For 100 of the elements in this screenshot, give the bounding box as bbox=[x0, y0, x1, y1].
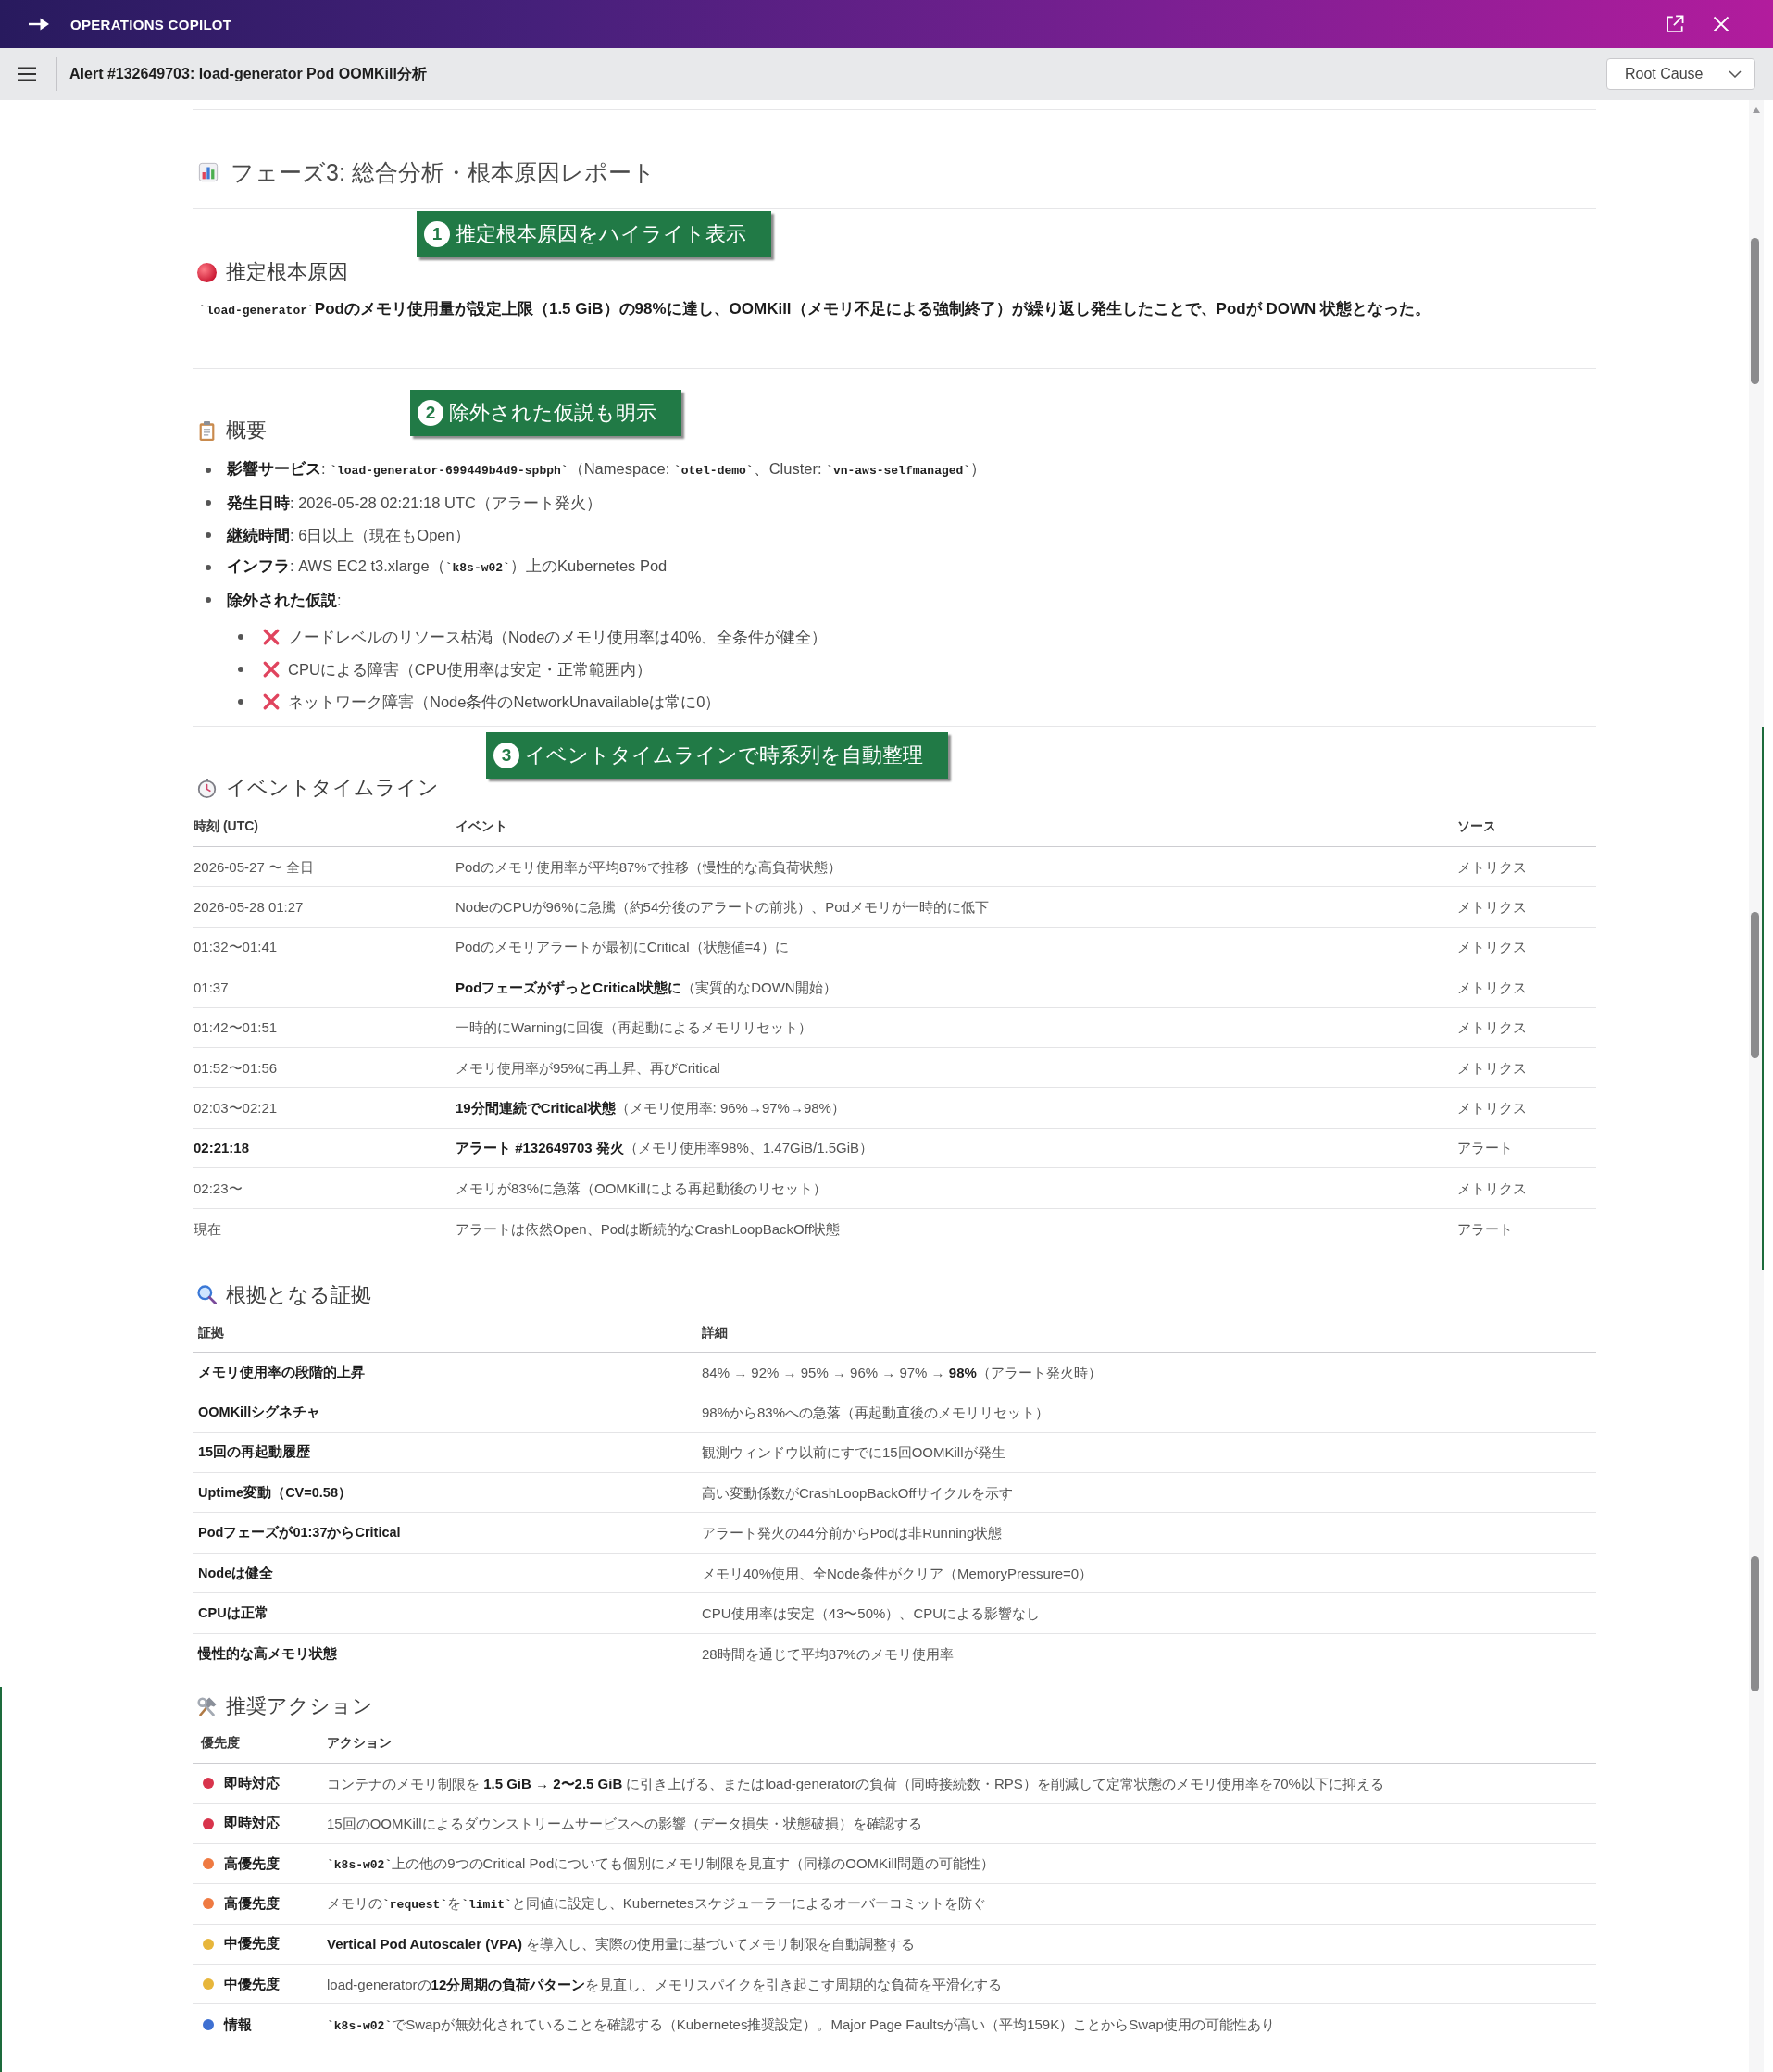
column-header: ソース bbox=[1456, 817, 1497, 835]
table-cell-text: アラート bbox=[1456, 1219, 1514, 1239]
report-title: フェーズ3: 総合分析・根本原因レポート bbox=[231, 158, 656, 187]
column-header: アクション bbox=[326, 1733, 393, 1752]
arrow-icon[interactable] bbox=[29, 18, 49, 31]
table-cell-text: メトリクス bbox=[1456, 1099, 1528, 1118]
column-header: イベント bbox=[455, 817, 508, 835]
table-cell-text: メモリが83%に急落（OOMKillによる再起動後のリセット） bbox=[455, 1179, 828, 1198]
priority-label: 中優先度 bbox=[224, 1975, 280, 1993]
priority-label: 中優先度 bbox=[224, 1935, 280, 1953]
table-cell-text: 高い変動係数がCrashLoopBackOffサイクルを示す bbox=[701, 1483, 1015, 1503]
table-cell-text: メトリクス bbox=[1456, 938, 1528, 957]
table-cell-text: 2026-05-27 〜 全日 bbox=[193, 857, 316, 877]
section-heading: 概要 bbox=[226, 418, 267, 443]
column-header: 詳細 bbox=[701, 1324, 729, 1342]
cross-icon bbox=[263, 660, 280, 678]
table-cell-text: Vertical Pod Autoscaler (VPA) を導入し、実際の使用量に基づいてメモリ制限を自動調整する bbox=[326, 1935, 917, 1954]
scrollbar-thumb[interactable] bbox=[1751, 912, 1759, 1058]
column-header: 時刻 (UTC) bbox=[193, 817, 259, 835]
app-title: OPERATIONS COPILOT bbox=[70, 16, 233, 32]
table-cell-text: メモリ使用率の段階的上昇 bbox=[197, 1363, 366, 1381]
table-cell-text: 01:42〜01:51 bbox=[193, 1018, 279, 1038]
table-cell-text: 98%から83%への急落（再起動直後のメモリリセット） bbox=[701, 1404, 1051, 1422]
bullet-icon bbox=[238, 633, 243, 640]
list-item-text: 発生日時: 2026-05-28 02:21:18 UTC（アラート発火） bbox=[227, 493, 602, 513]
close-icon[interactable] bbox=[1713, 16, 1729, 32]
view-dropdown[interactable]: Root Cause bbox=[1606, 58, 1755, 90]
alert-title: Alert #132649703: load-generator Pod OOMKill分析 bbox=[69, 64, 428, 83]
list-item-text: ノードレベルのリソース枯渇（Nodeのメモリ使用率は40%、全条件が健全） bbox=[288, 627, 828, 647]
scrollbar-thumb[interactable] bbox=[1751, 1556, 1759, 1691]
table-cell-text: メモリの`request`を`limit`と同値に設定し、Kubernetesスケジューラーによるオーバーコミットを防ぐ bbox=[326, 1893, 987, 1914]
table-cell-text: 02:21:18 bbox=[193, 1139, 251, 1158]
table-cell-text: メモリ使用率が95%に再上昇、再びCritical bbox=[455, 1058, 721, 1078]
table-cell-text: 01:37 bbox=[193, 978, 230, 997]
table-cell-text: Uptime変動（CV=0.58） bbox=[197, 1483, 353, 1502]
table-cell-text: 現在 bbox=[193, 1219, 222, 1239]
list-item-text: 除外された仮説: bbox=[227, 590, 342, 610]
tools-icon bbox=[197, 1696, 217, 1716]
table-cell-text: メトリクス bbox=[1456, 1058, 1528, 1078]
table-cell-text: アラートは依然Open、Podは断続的なCrashLoopBackOff状態 bbox=[455, 1219, 841, 1239]
table-cell-text: 02:03〜02:21 bbox=[193, 1099, 279, 1118]
table-cell-text: CPU使用率は安定（43〜50%）、CPUによる影響なし bbox=[701, 1604, 1042, 1623]
root-cause-statement: `load-generator`Podのメモリ使用量が設定上限（1.5 GiB）の98%に達し、OOMKill（メモリ不足による強制終了）が繰り返し発生したことで、Podが DOWN 状態となった。 bbox=[198, 299, 1431, 319]
table-cell-text: 19分間連続でCritical状態（メモリ使用率: 96%→97%→98%） bbox=[455, 1099, 846, 1118]
priority-label: 即時対応 bbox=[224, 1774, 280, 1792]
table-cell-text: メトリクス bbox=[1456, 857, 1528, 877]
priority-label: 即時対応 bbox=[224, 1815, 280, 1833]
table-cell-text: 15回のOOMKillによるダウンストリームサービスへの影響（データ損失・状態破損）を確認する bbox=[326, 1815, 923, 1834]
section-heading: イベントタイムライン bbox=[226, 775, 439, 801]
magnifier-icon bbox=[197, 1285, 217, 1305]
external-link-icon[interactable] bbox=[1665, 14, 1685, 34]
bullet-icon bbox=[206, 596, 211, 603]
table-cell-text: アラート bbox=[1456, 1139, 1514, 1158]
callout-text: 除外された仮説も明示 bbox=[449, 400, 656, 426]
section-heading: 推定根本原因 bbox=[226, 259, 348, 285]
priority-label: 高優先度 bbox=[224, 1894, 280, 1913]
table-cell-text: 01:52〜01:56 bbox=[193, 1058, 279, 1078]
cross-icon bbox=[263, 693, 280, 710]
clock-icon bbox=[197, 778, 217, 798]
bullet-icon bbox=[206, 467, 211, 473]
table-cell-text: 観測ウィンドウ以前にすでに15回OOMKillが発生 bbox=[701, 1443, 1006, 1463]
callout-text: 推定根本原因をハイライト表示 bbox=[456, 221, 746, 247]
table-cell-text: アラート #132649703 発火（メモリ使用率98%、1.47GiB/1.5GiB） bbox=[455, 1139, 874, 1158]
list-item-text: ネットワーク障害（Node条件のNetworkUnavailableは常に0） bbox=[288, 692, 721, 712]
list-item-text: 継続時間: 6日以上（現在もOpen） bbox=[227, 525, 470, 545]
scroll-up-icon[interactable] bbox=[1753, 107, 1760, 113]
step-number: 1 bbox=[424, 221, 450, 247]
table-cell-text: 一時的にWarningに回復（再起動によるメモリリセット） bbox=[455, 1018, 814, 1038]
table-cell-text: 15回の再起動履歴 bbox=[197, 1443, 312, 1462]
bullet-icon bbox=[238, 666, 243, 672]
column-header: 優先度 bbox=[200, 1733, 241, 1752]
table-cell-text: メトリクス bbox=[1456, 898, 1528, 917]
table-cell-text: 28時間を通じて平均87%のメモリ使用率 bbox=[701, 1644, 955, 1664]
table-cell-text: Nodeは健全 bbox=[197, 1564, 275, 1582]
priority-label: 情報 bbox=[224, 2016, 252, 2034]
bar-chart-icon bbox=[198, 162, 219, 182]
bullet-icon bbox=[206, 499, 211, 506]
table-cell-text: `k8s-w02`上の他の9つのCritical Podについても個別にメモリ制限を見直す（同様のOOMKill問題の可能性） bbox=[326, 1854, 996, 1874]
chevron-icon bbox=[1729, 70, 1742, 78]
list-item-text: CPUによる障害（CPU使用率は安定・正常範囲内） bbox=[288, 659, 652, 680]
table-cell-text: 2026-05-28 01:27 bbox=[193, 898, 305, 917]
table-cell-text: メモリ40%使用、全Node条件がクリア（MemoryPressure=0） bbox=[701, 1564, 1094, 1583]
table-cell-text: Podフェーズが01:37からCritical bbox=[197, 1524, 402, 1542]
section-heading: 根拠となる証拠 bbox=[226, 1281, 371, 1308]
table-cell-text: Podのメモリアラートが最初にCritical（状態値=4）に bbox=[455, 938, 790, 957]
bullet-icon bbox=[206, 564, 211, 570]
dot-icon bbox=[197, 262, 217, 282]
menu-icon[interactable] bbox=[18, 67, 36, 81]
callout-text: イベントタイムラインで時系列を自動整理 bbox=[525, 743, 923, 768]
table-cell-text: 01:32〜01:41 bbox=[193, 938, 279, 957]
step-number: 3 bbox=[493, 743, 519, 768]
table-cell-text: 慢性的な高メモリ状態 bbox=[196, 1644, 338, 1663]
column-header: 証拠 bbox=[197, 1324, 225, 1342]
table-cell-text: OOMKillシグネチャ bbox=[197, 1404, 322, 1421]
table-cell-text: メトリクス bbox=[1456, 978, 1528, 997]
table-cell-text: `k8s-w02`でSwapが無効化されていることを確認する（Kubernetes推奨設定）。Major Page Faultsが高い（平均159K）ことからSwap使用の可能性あり bbox=[326, 2015, 1276, 2035]
table-cell-text: NodeのCPUが96%に急騰（約54分後のアラートの前兆）、Podメモリが一時的に低下 bbox=[455, 898, 990, 917]
scrollbar-thumb[interactable] bbox=[1751, 238, 1759, 384]
table-cell-text: PodフェーズがずっとCritical状態に（実質的なDOWN開始） bbox=[455, 978, 838, 997]
cross-icon bbox=[263, 628, 280, 645]
